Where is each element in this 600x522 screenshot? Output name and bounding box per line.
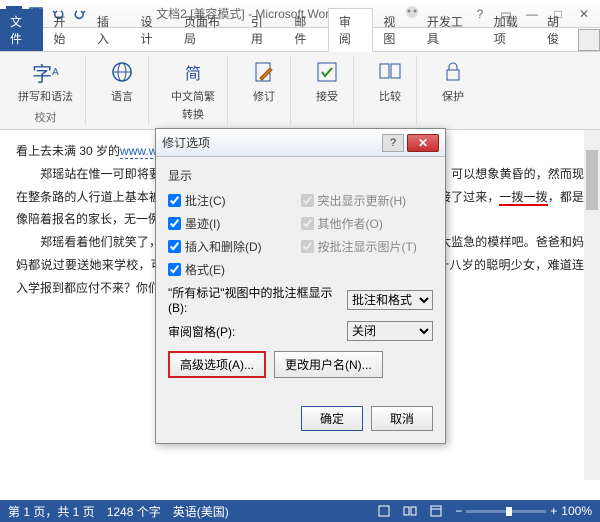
formatting-checkbox[interactable]: 格式(E) <box>168 261 301 278</box>
convert-label1: 中文简繁 <box>171 88 215 104</box>
language-button[interactable]: 语言 <box>104 56 140 106</box>
tab-developer[interactable]: 开发工具 <box>417 9 484 51</box>
cancel-button[interactable]: 取消 <box>371 406 433 431</box>
compare-label: 比较 <box>379 88 401 104</box>
comments-checkbox[interactable]: 批注(C) <box>168 192 301 209</box>
page-count-status[interactable]: 第 1 页，共 1 页 <box>8 503 95 520</box>
zoom-slider[interactable] <box>466 510 546 513</box>
doc-text: 郑瑶站在惟一可 <box>16 167 125 181</box>
convert-icon: 简 <box>179 58 207 86</box>
dialog-close-button[interactable]: ✕ <box>407 134 439 152</box>
tab-references[interactable]: 引用 <box>241 9 284 51</box>
dialog-help-button[interactable]: ? <box>382 134 404 152</box>
tab-layout[interactable]: 页面布局 <box>174 9 241 51</box>
language-icon <box>108 58 136 86</box>
balloon-display-label: "所有标记"视图中的批注框显示(B): <box>168 284 347 315</box>
spelling-grammar-button[interactable]: 字A 拼写和语法 <box>14 56 77 106</box>
scrollbar-thumb[interactable] <box>586 150 598 210</box>
revise-icon <box>250 58 278 86</box>
language-status[interactable]: 英语(美国) <box>173 503 229 520</box>
tab-insert[interactable]: 插入 <box>87 9 130 51</box>
revise-label: 修订 <box>253 88 275 104</box>
doc-text: 看上去未满 30 岁的 <box>16 144 120 158</box>
reviewing-pane-label: 审阅窗格(P): <box>168 323 347 340</box>
doc-highlight: 一拨一拨 <box>499 190 547 206</box>
accept-label: 接受 <box>316 88 338 104</box>
proofing-group-label: 校对 <box>35 109 57 125</box>
spelling-label: 拼写和语法 <box>18 88 73 104</box>
tab-mailings[interactable]: 邮件 <box>284 9 327 51</box>
balloon-display-select[interactable]: 批注和格式 <box>347 290 433 310</box>
protect-label: 保护 <box>442 88 464 104</box>
tab-addins[interactable]: 加载项 <box>484 9 539 51</box>
view-print-icon[interactable] <box>377 504 391 518</box>
spelling-icon: 字A <box>32 58 60 86</box>
compare-icon <box>376 58 404 86</box>
zoom-out-button[interactable]: − <box>455 504 462 518</box>
view-read-icon[interactable] <box>403 504 417 518</box>
ok-button[interactable]: 确定 <box>301 406 363 431</box>
user-avatar[interactable] <box>578 29 600 51</box>
chinese-conversion-button[interactable]: 简 中文简繁 转换 <box>167 56 219 124</box>
insertions-deletions-checkbox[interactable]: 插入和删除(D) <box>168 238 301 255</box>
accept-icon <box>313 58 341 86</box>
tab-file[interactable]: 文件 <box>0 9 43 51</box>
protect-icon <box>439 58 467 86</box>
convert-label2: 转换 <box>182 106 204 122</box>
word-count-status[interactable]: 1248 个字 <box>107 503 161 520</box>
tab-design[interactable]: 设计 <box>130 9 173 51</box>
advanced-options-button[interactable]: 高级选项(A)... <box>168 351 266 378</box>
accept-button[interactable]: 接受 <box>309 56 345 106</box>
vertical-scrollbar[interactable] <box>584 130 600 480</box>
reviewing-pane-select[interactable]: 关闭 <box>347 321 433 341</box>
highlight-updates-checkbox[interactable]: 突出显示更新(H) <box>301 192 434 209</box>
pictures-by-comments-checkbox[interactable]: 按批注显示图片(T) <box>301 238 434 255</box>
language-label: 语言 <box>111 88 133 104</box>
track-changes-button[interactable]: 修订 <box>246 56 282 106</box>
display-section-label: 显示 <box>168 167 433 184</box>
other-authors-checkbox[interactable]: 其他作者(O) <box>301 215 434 232</box>
tab-view[interactable]: 视图 <box>373 9 416 51</box>
track-changes-options-dialog: 修订选项 ? ✕ 显示 批注(C) 突出显示更新(H) 墨迹(I) 其他作者(O… <box>155 128 446 444</box>
zoom-level[interactable]: 100% <box>561 504 592 518</box>
zoom-in-button[interactable]: + <box>550 504 557 518</box>
change-username-button[interactable]: 更改用户名(N)... <box>274 351 383 378</box>
dialog-title: 修订选项 <box>162 134 382 151</box>
ink-checkbox[interactable]: 墨迹(I) <box>168 215 301 232</box>
tab-home[interactable]: 开始 <box>43 9 86 51</box>
username-label[interactable]: 胡俊 <box>539 9 578 51</box>
protect-button[interactable]: 保护 <box>435 56 471 106</box>
compare-button[interactable]: 比较 <box>372 56 408 106</box>
tab-review[interactable]: 审阅 <box>328 8 373 52</box>
view-web-icon[interactable] <box>429 504 443 518</box>
